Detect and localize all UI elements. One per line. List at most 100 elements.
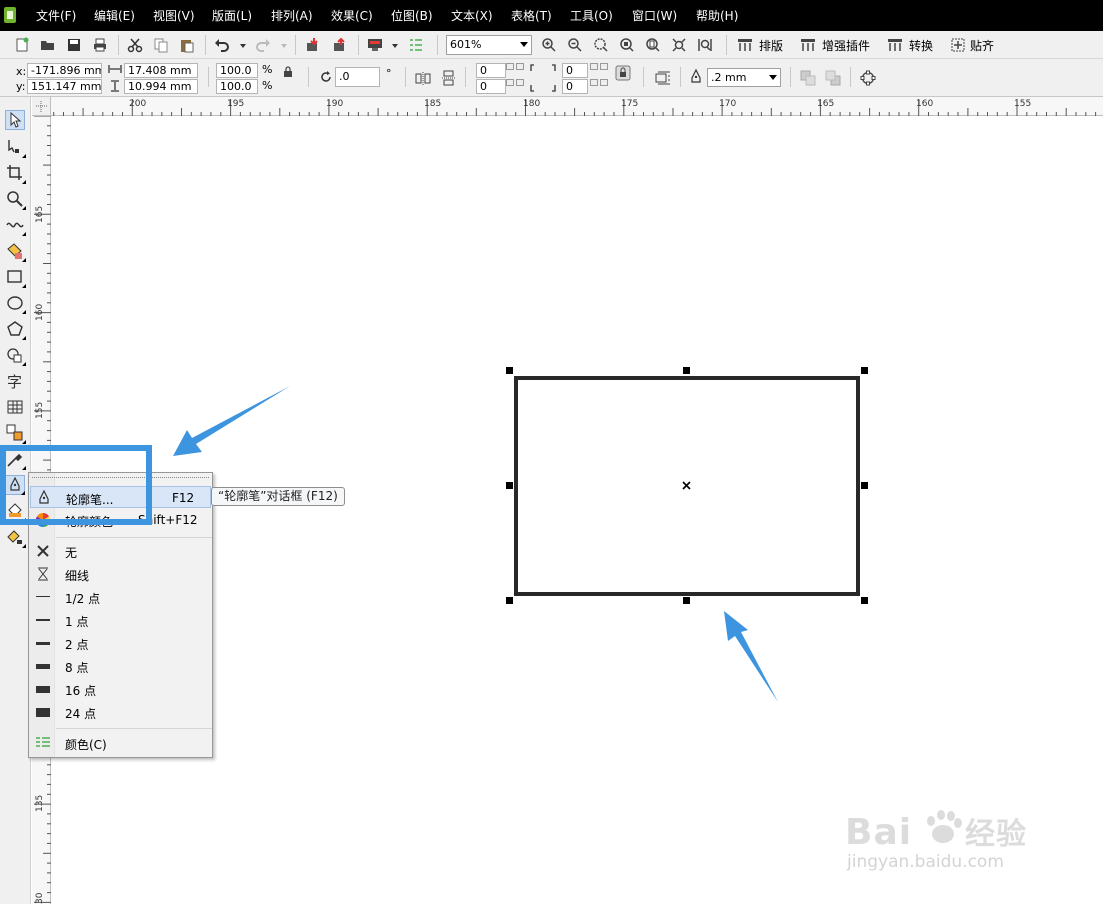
spin-up-icon[interactable] <box>506 63 514 70</box>
corner-link-icon[interactable] <box>528 63 558 93</box>
menu-window[interactable]: 窗口(W) <box>632 7 677 24</box>
basic-shapes-tool[interactable] <box>5 345 26 366</box>
ellipse-tool[interactable] <box>5 293 26 314</box>
height-field[interactable]: 10.994 mm <box>124 79 198 94</box>
corner-radius-top-right[interactable]: 0 <box>562 63 588 78</box>
mirror-vertical-icon[interactable] <box>440 70 456 86</box>
pick-tool[interactable] <box>5 110 25 130</box>
new-document-icon[interactable] <box>14 37 30 53</box>
zoom-page-width-icon[interactable] <box>671 37 687 53</box>
table-tool[interactable] <box>5 397 25 417</box>
selection-handle-top-right[interactable] <box>861 367 868 374</box>
smart-fill-tool[interactable] <box>5 241 26 262</box>
selection-handle-top-left[interactable] <box>506 367 513 374</box>
corner-radius-bottom-left[interactable]: 0 <box>476 79 506 94</box>
menu-item-1-point[interactable]: 1 点 <box>30 609 211 631</box>
selection-handle-right[interactable] <box>861 482 868 489</box>
spin-down-icon[interactable] <box>506 79 514 86</box>
wrap-text-icon[interactable] <box>655 70 671 86</box>
menu-item-hairline[interactable]: 细线 <box>30 563 211 585</box>
zoom-in-icon[interactable] <box>541 37 557 53</box>
corner-lock-icon[interactable] <box>615 65 631 81</box>
layout-plugin-label[interactable]: 排版 <box>759 37 783 54</box>
interactive-fill-tool[interactable] <box>5 527 26 548</box>
selection-handle-top[interactable] <box>683 367 690 374</box>
fill-tool[interactable] <box>5 501 26 522</box>
menu-item-none[interactable]: 无 <box>30 540 211 562</box>
copy-icon[interactable] <box>153 37 169 53</box>
outline-tool[interactable] <box>5 475 25 495</box>
freehand-tool[interactable] <box>5 215 26 236</box>
enhance-plugin-icon[interactable] <box>800 37 816 53</box>
selection-handle-bottom-left[interactable] <box>506 597 513 604</box>
cut-icon[interactable] <box>127 37 143 53</box>
ruler-origin[interactable] <box>32 97 51 116</box>
selection-handle-bottom[interactable] <box>683 597 690 604</box>
rotation-field[interactable]: .0 <box>335 67 380 87</box>
menu-table[interactable]: 表格(T) <box>511 7 552 24</box>
outline-width-combo[interactable]: .2 mm <box>707 68 781 87</box>
spin-up-icon[interactable] <box>590 63 598 70</box>
interactive-effects-tool[interactable] <box>5 423 26 444</box>
print-icon[interactable] <box>92 37 108 53</box>
menu-item-2-point[interactable]: 2 点 <box>30 632 211 654</box>
zoom-tool[interactable] <box>5 189 26 210</box>
paste-icon[interactable] <box>179 37 195 53</box>
zoom-level-combo[interactable]: 601% <box>446 35 532 55</box>
convert-plugin-label[interactable]: 转换 <box>909 37 933 54</box>
to-front-icon[interactable] <box>800 70 816 86</box>
scale-x-field[interactable]: 100.0 <box>216 63 258 78</box>
menu-effects[interactable]: 效果(C) <box>331 7 373 24</box>
spin-up-icon[interactable] <box>516 63 524 70</box>
convert-plugin-icon[interactable] <box>887 37 903 53</box>
menu-text[interactable]: 文本(X) <box>451 7 493 24</box>
spin-up-icon[interactable] <box>600 63 608 70</box>
center-mark-icon[interactable] <box>681 480 692 491</box>
lock-ratio-icon[interactable] <box>282 66 294 78</box>
menu-item-16-point[interactable]: 16 点 <box>30 678 211 700</box>
shape-tool[interactable] <box>5 137 26 158</box>
x-position-field[interactable]: -171.896 mm <box>27 63 102 78</box>
menu-bitmaps[interactable]: 位图(B) <box>391 7 433 24</box>
scale-y-field[interactable]: 100.0 <box>216 79 258 94</box>
polygon-tool[interactable] <box>5 319 26 340</box>
menu-file[interactable]: 文件(F) <box>36 7 76 24</box>
enhance-plugin-label[interactable]: 增强插件 <box>822 37 870 54</box>
corner-radius-top-left[interactable]: 0 <box>476 63 506 78</box>
redo-dropdown-icon[interactable] <box>281 44 287 48</box>
menu-help[interactable]: 帮助(H) <box>696 7 738 24</box>
menu-item-half-point[interactable]: 1/2 点 <box>30 586 211 608</box>
menu-item-24-point[interactable]: 24 点 <box>30 701 211 723</box>
horizontal-ruler[interactable]: 200 195 190 185 180 175 170 165 160 155 <box>32 97 1103 116</box>
selection-handle-left[interactable] <box>506 482 513 489</box>
menu-layout[interactable]: 版面(L) <box>212 7 252 24</box>
publish-dropdown-icon[interactable] <box>392 44 398 48</box>
to-back-icon[interactable] <box>825 70 841 86</box>
zoom-page-height-icon[interactable] <box>697 37 713 53</box>
menu-arrange[interactable]: 排列(A) <box>271 7 313 24</box>
export-icon[interactable] <box>332 37 348 53</box>
menu-tools[interactable]: 工具(O) <box>570 7 613 24</box>
spin-down-icon[interactable] <box>600 79 608 86</box>
snap-icon[interactable] <box>950 37 966 53</box>
snap-label[interactable]: 贴齐 <box>970 37 994 54</box>
spin-down-icon[interactable] <box>590 79 598 86</box>
menu-item-8-point[interactable]: 8 点 <box>30 655 211 677</box>
zoom-out-icon[interactable] <box>567 37 583 53</box>
menu-edit[interactable]: 编辑(E) <box>94 7 135 24</box>
convert-to-curves-icon[interactable] <box>860 70 876 86</box>
menu-view[interactable]: 视图(V) <box>153 7 195 24</box>
options-icon[interactable] <box>408 37 424 53</box>
menu-grip[interactable] <box>32 477 209 479</box>
eyedropper-tool[interactable] <box>5 449 26 470</box>
open-folder-icon[interactable] <box>40 37 56 53</box>
spin-down-icon[interactable] <box>516 79 524 86</box>
menu-item-outline-color[interactable]: 轮廓颜色 Shift+F12 <box>30 509 211 531</box>
layout-plugin-icon[interactable] <box>737 37 753 53</box>
zoom-all-objects-icon[interactable] <box>619 37 635 53</box>
zoom-page-icon[interactable] <box>645 37 661 53</box>
width-field[interactable]: 17.408 mm <box>124 63 198 78</box>
crop-tool[interactable] <box>5 163 26 184</box>
undo-icon[interactable] <box>214 37 230 53</box>
corner-radius-bottom-right[interactable]: 0 <box>562 79 588 94</box>
